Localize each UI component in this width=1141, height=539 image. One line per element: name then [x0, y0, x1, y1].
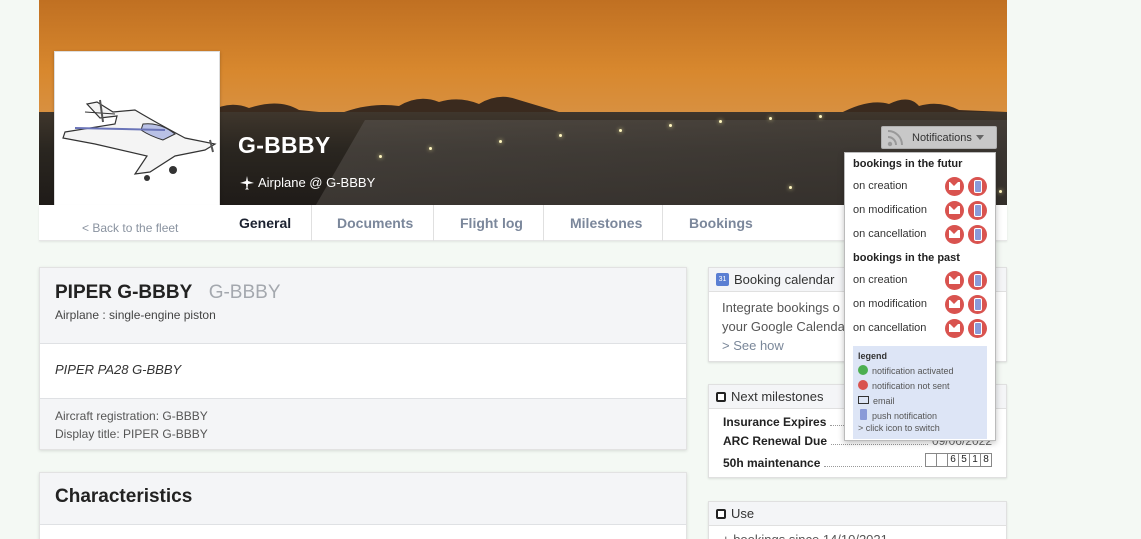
legend-push: push notification: [872, 411, 938, 421]
notification-row-label: on cancellation: [853, 228, 927, 240]
use-body: + bookings since 14/10/2021: [709, 526, 1006, 539]
aircraft-registration: Aircraft registration: G-BBBY: [55, 409, 208, 423]
tab-milestones[interactable]: Milestones: [550, 205, 664, 241]
green-dot-icon: [858, 365, 868, 375]
notification-row-label: on modification: [853, 298, 927, 310]
tab-general[interactable]: General: [219, 205, 313, 241]
milestone-label: 50h maintenance: [723, 456, 821, 470]
legend-activated: notification activated: [872, 366, 954, 376]
characteristics-title: Characteristics: [55, 486, 193, 507]
aircraft-type: Airplane : single-engine piston: [55, 308, 216, 322]
airplane-illustration: [62, 99, 217, 181]
hour-counter: 6 5 1 8: [925, 453, 992, 467]
booking-calendar-title: Booking calendar: [734, 272, 835, 287]
aircraft-name: PIPER G-BBBY: [55, 282, 193, 303]
counter-digit: 8: [980, 453, 992, 467]
notification-row-label: on creation: [853, 180, 908, 192]
milestone-label: ARC Renewal Due: [723, 434, 828, 448]
use-line1: + bookings since 14/10/2021: [722, 530, 993, 539]
future-bookings-title: bookings in the futur: [853, 158, 963, 170]
email-toggle-icon[interactable]: [945, 294, 964, 314]
push-toggle-icon[interactable]: [968, 294, 987, 314]
notifications-label: Notifications: [912, 131, 972, 144]
notification-row: on cancellation: [853, 316, 987, 340]
aircraft-photo: [54, 51, 220, 217]
aircraft-model: PIPER PA28 G-BBBY: [55, 362, 182, 377]
email-toggle-icon[interactable]: [945, 270, 964, 290]
past-bookings-title: bookings in the past: [853, 252, 960, 264]
use-title: Use: [731, 506, 755, 521]
legend-not-sent: notification not sent: [872, 381, 950, 391]
envelope-icon: [858, 396, 869, 404]
push-toggle-icon[interactable]: [968, 224, 987, 244]
characteristics-card: Characteristics: [39, 472, 687, 539]
use-widget: Use + bookings since 14/10/2021: [708, 501, 1007, 539]
red-dot-icon: [858, 380, 868, 390]
aircraft-model-section: PIPER PA28 G-BBBY: [40, 344, 686, 399]
notification-row: on creation: [853, 268, 987, 292]
back-to-fleet-link[interactable]: < Back to the fleet: [82, 221, 178, 235]
chevron-down-icon: [975, 135, 984, 140]
milestone-label: Insurance Expires: [723, 415, 827, 429]
airplane-icon: [240, 175, 254, 189]
notifications-dropdown: bookings in the futur on creation on mod…: [844, 152, 996, 441]
use-header: Use: [709, 502, 1006, 526]
aircraft-registration-muted: G-BBBY: [208, 282, 281, 303]
notification-row: on modification: [853, 292, 987, 316]
email-toggle-icon[interactable]: [945, 200, 964, 220]
calendar-icon: 31: [716, 273, 729, 286]
email-toggle-icon[interactable]: [945, 224, 964, 244]
notification-row-label: on creation: [853, 274, 908, 286]
email-toggle-icon[interactable]: [945, 318, 964, 338]
notification-row: on modification: [853, 198, 987, 222]
push-toggle-icon[interactable]: [968, 318, 987, 338]
email-toggle-icon[interactable]: [945, 176, 964, 196]
characteristics-header: Characteristics: [40, 473, 686, 525]
tab-bookings[interactable]: Bookings: [669, 205, 773, 241]
next-milestones-title: Next milestones: [731, 389, 824, 404]
legend-title: legend: [858, 351, 888, 361]
aircraft-info-card: PIPER G-BBBY G-BBBY Airplane : single-en…: [39, 267, 687, 450]
notifications-button[interactable]: Notifications: [881, 126, 997, 149]
aircraft-display-title: Display title: PIPER G-BBBY: [55, 427, 208, 441]
notification-legend: legend notification activated notificati…: [853, 346, 987, 439]
phone-icon: [860, 409, 867, 420]
aircraft-info-header: PIPER G-BBBY G-BBBY Airplane : single-en…: [40, 268, 686, 344]
tab-flight-log[interactable]: Flight log: [440, 205, 544, 241]
legend-email: email: [873, 396, 895, 406]
aircraft-title: G-BBBY: [238, 132, 331, 158]
aircraft-subtitle: Airplane @ G-BBBY: [240, 175, 375, 190]
checkbox-square-icon: [716, 508, 726, 519]
notification-row: on cancellation: [853, 222, 987, 246]
push-toggle-icon[interactable]: [968, 176, 987, 196]
notification-row-label: on modification: [853, 204, 927, 216]
checkbox-square-icon: [716, 391, 726, 402]
push-toggle-icon[interactable]: [968, 270, 987, 290]
see-how-link[interactable]: > See how: [722, 338, 784, 353]
tab-documents[interactable]: Documents: [317, 205, 435, 241]
aircraft-subtitle-text: Airplane @ G-BBBY: [258, 175, 376, 190]
notification-row-label: on cancellation: [853, 322, 927, 334]
push-toggle-icon[interactable]: [968, 200, 987, 220]
legend-switch-hint: > click icon to switch: [858, 423, 940, 433]
aircraft-meta-section: Aircraft registration: G-BBBY Display ti…: [40, 399, 686, 449]
rss-icon: [887, 129, 903, 146]
notification-row: on creation: [853, 174, 987, 198]
milestone-row: 50h maintenance 6 5 1 8: [723, 453, 992, 472]
